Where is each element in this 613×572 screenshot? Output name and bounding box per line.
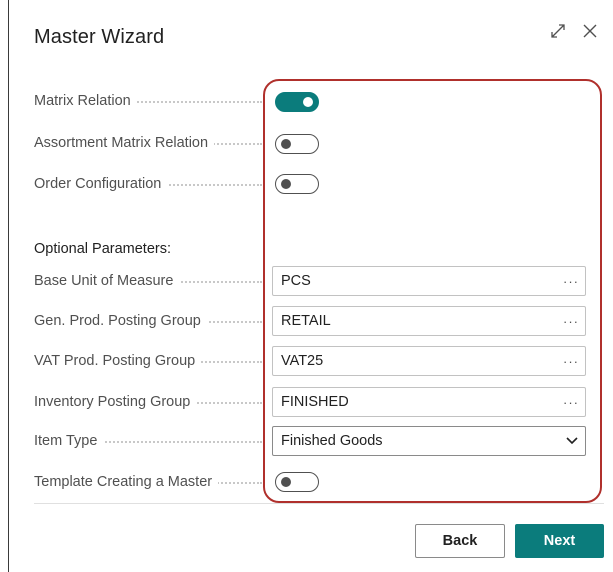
- window-controls: [549, 22, 599, 40]
- field-value: VAT25: [281, 353, 324, 369]
- inventory-posting-group-label: Inventory Posting Group: [34, 394, 197, 410]
- vat-prod-posting-group-label: VAT Prod. Posting Group: [34, 353, 202, 369]
- gen-prod-posting-group-label: Gen. Prod. Posting Group: [34, 313, 207, 329]
- back-button[interactable]: Back: [415, 524, 505, 558]
- inventory-posting-group-field[interactable]: FINISHED ···: [272, 387, 586, 417]
- template-creating-master-toggle[interactable]: [275, 472, 319, 492]
- order-configuration-toggle[interactable]: [275, 174, 319, 194]
- chevron-down-icon: [559, 437, 585, 445]
- dialog-title: Master Wizard: [34, 26, 165, 48]
- lookup-ellipsis-icon[interactable]: ···: [557, 314, 585, 329]
- field-value: FINISHED: [281, 394, 349, 410]
- assortment-matrix-relation-label: Assortment Matrix Relation: [34, 135, 215, 151]
- close-icon[interactable]: [581, 22, 599, 40]
- base-unit-of-measure-label: Base Unit of Measure: [34, 273, 180, 289]
- gen-prod-posting-group-field[interactable]: RETAIL ···: [272, 306, 586, 336]
- optional-parameters-heading: Optional Parameters:: [34, 241, 172, 257]
- template-creating-master-label: Template Creating a Master: [34, 474, 219, 490]
- lookup-ellipsis-icon[interactable]: ···: [557, 354, 585, 369]
- footer-divider: [34, 503, 604, 504]
- base-unit-of-measure-field[interactable]: PCS ···: [272, 266, 586, 296]
- assortment-matrix-relation-toggle[interactable]: [275, 134, 319, 154]
- item-type-select[interactable]: Finished Goods: [272, 426, 586, 456]
- order-configuration-label: Order Configuration: [34, 176, 168, 192]
- toggle-knob: [281, 477, 291, 487]
- toggle-knob: [303, 97, 313, 107]
- matrix-relation-label: Matrix Relation: [34, 93, 137, 109]
- dialog-left-edge: [8, 0, 9, 572]
- toggle-knob: [281, 179, 291, 189]
- select-value: Finished Goods: [281, 433, 383, 449]
- next-button[interactable]: Next: [515, 524, 604, 558]
- vat-prod-posting-group-field[interactable]: VAT25 ···: [272, 346, 586, 376]
- field-value: RETAIL: [281, 313, 331, 329]
- item-type-label: Item Type: [34, 433, 104, 449]
- lookup-ellipsis-icon[interactable]: ···: [557, 395, 585, 410]
- lookup-ellipsis-icon[interactable]: ···: [557, 274, 585, 289]
- toggle-knob: [281, 139, 291, 149]
- field-value: PCS: [281, 273, 311, 289]
- expand-icon[interactable]: [549, 22, 567, 40]
- matrix-relation-toggle[interactable]: [275, 92, 319, 112]
